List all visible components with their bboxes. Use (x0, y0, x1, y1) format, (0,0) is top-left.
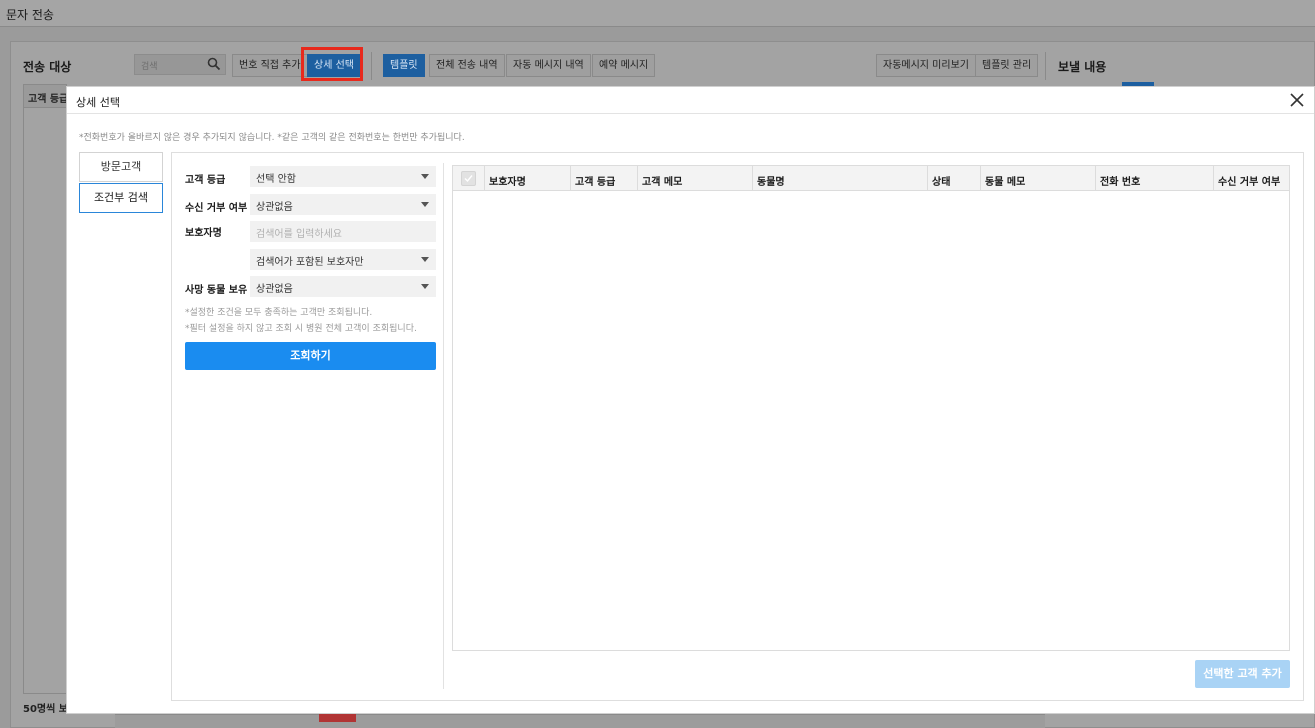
template-manage-button[interactable]: 템플릿 관리 (975, 54, 1039, 77)
deceased-select[interactable]: 상관없음 (250, 276, 436, 297)
grade-column (23, 84, 67, 694)
footer-badge (319, 714, 356, 722)
col-animal-memo: 동물 메모 (980, 166, 1095, 191)
detail-select-modal: 상세 선택 *전화번호가 올바르지 않은 경우 추가되지 않습니다. *같은 고… (66, 86, 1315, 714)
chevron-down-icon (421, 174, 429, 179)
reject-select-value: 상관없음 (256, 202, 293, 213)
deceased-select-value: 상관없음 (256, 284, 293, 295)
modal-title: 상세 선택 (76, 96, 120, 109)
send-target-label: 전송 대상 (23, 60, 72, 74)
search-content: 고객 등급 선택 안함 수신 거부 여부 상관없음 보호자명 검색어를 입력하세… (171, 152, 1304, 701)
modal-header: 상세 선택 (67, 87, 1314, 114)
guardian-mode-value: 검색어가 포함된 보호자만 (256, 257, 364, 268)
close-icon[interactable] (1288, 91, 1306, 109)
hint-text: *필터 설정을 하지 않고 조회 시 병원 전체 고객이 조회됩니다. (185, 324, 417, 334)
chevron-down-icon (421, 284, 429, 289)
grade-header: 고객 등급 (23, 84, 67, 108)
footer-strip (115, 714, 1045, 728)
divider (443, 163, 444, 689)
page-header: 문자 전송 (0, 0, 1315, 27)
highlight-box (301, 47, 363, 81)
col-guardian: 보호자명 (484, 166, 570, 191)
col-reject: 수신 거부 여부 (1213, 166, 1285, 191)
col-animal-name: 동물명 (752, 166, 927, 191)
divider (1045, 52, 1046, 80)
check-icon (464, 175, 473, 183)
grade-select[interactable]: 선택 안함 (250, 166, 436, 187)
add-selected-button[interactable]: 선택한 고객 추가 (1195, 660, 1290, 688)
guardian-mode-select[interactable]: 검색어가 포함된 보호자만 (250, 249, 436, 270)
template-button[interactable]: 템플릿 (383, 54, 425, 77)
auto-history-button[interactable]: 자동 메시지 내역 (506, 54, 591, 77)
reserved-message-button[interactable]: 예약 메시지 (592, 54, 656, 77)
tab-visit-customer[interactable]: 방문고객 (79, 152, 163, 182)
tab-conditional-search[interactable]: 조건부 검색 (79, 183, 163, 213)
guardian-label: 보호자명 (185, 228, 222, 239)
deceased-label: 사망 동물 보유 (185, 285, 248, 296)
grade-select-value: 선택 안함 (256, 174, 296, 185)
col-customer-memo: 고객 메모 (637, 166, 752, 191)
select-all-checkbox[interactable] (461, 171, 476, 186)
notice-text: *전화번호가 올바르지 않은 경우 추가되지 않습니다. *같은 고객의 같은 … (79, 133, 465, 143)
send-content-label: 보낼 내용 (1058, 60, 1107, 74)
reject-select[interactable]: 상관없음 (250, 194, 436, 215)
grade-label: 고객 등급 (185, 175, 226, 186)
page-title: 문자 전송 (6, 8, 54, 22)
search-icon[interactable] (207, 57, 221, 71)
col-phone: 전화 번호 (1095, 166, 1213, 191)
col-status: 상태 (927, 166, 980, 191)
col-grade: 고객 등급 (570, 166, 637, 191)
chevron-down-icon (421, 202, 429, 207)
chevron-down-icon (421, 257, 429, 262)
divider (371, 52, 372, 80)
search-button[interactable]: 조회하기 (185, 342, 436, 370)
guardian-input[interactable]: 검색어를 입력하세요 (250, 221, 436, 242)
all-history-button[interactable]: 전체 전송 내역 (429, 54, 505, 77)
customer-table: 보호자명 고객 등급 고객 메모 동물명 상태 동물 메모 전화 번호 수신 거… (452, 165, 1290, 651)
table-header: 보호자명 고객 등급 고객 메모 동물명 상태 동물 메모 전화 번호 수신 거… (453, 166, 1289, 191)
add-number-button[interactable]: 번호 직접 추가 (232, 54, 308, 77)
page-size-label: 50명씩 보 (23, 704, 68, 715)
hint-text: *설정한 조건을 모두 충족하는 고객만 조회됩니다. (185, 308, 373, 318)
auto-preview-button[interactable]: 자동메시지 미리보기 (876, 54, 976, 77)
reject-label: 수신 거부 여부 (185, 203, 248, 214)
